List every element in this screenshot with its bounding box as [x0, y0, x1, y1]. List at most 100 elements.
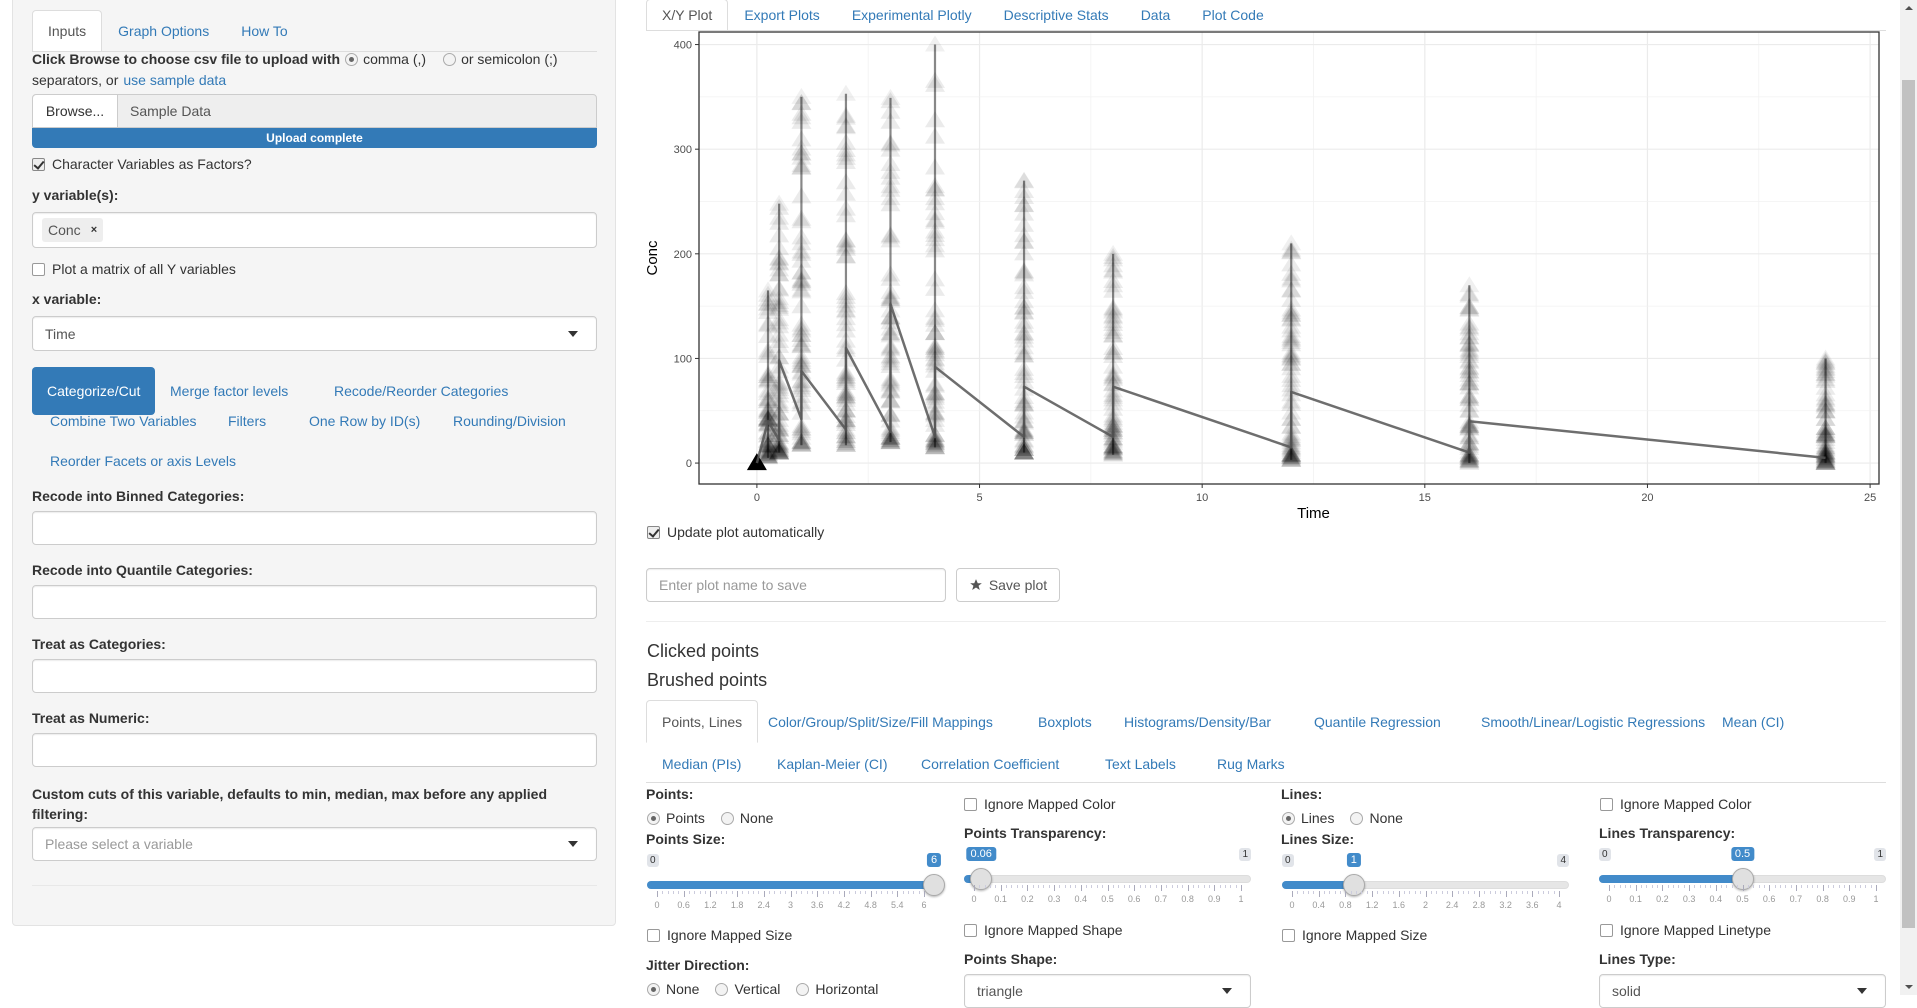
points-ignore-size-row[interactable]: Ignore Mapped Size — [647, 927, 792, 943]
tab-quantile-regression[interactable]: Quantile Regression — [1298, 700, 1457, 743]
separator-comma-radio[interactable] — [345, 52, 359, 66]
tab-smooth-regressions[interactable]: Smooth/Linear/Logistic Regressions — [1465, 700, 1721, 743]
slider-minor-tick — [1537, 891, 1539, 894]
update-auto-row[interactable]: Update plot automatically — [647, 524, 824, 540]
tab-median-pis[interactable]: Median (PIs) — [646, 743, 757, 783]
slider-tick — [1609, 885, 1610, 891]
lines-radio-none[interactable] — [1350, 811, 1364, 825]
slider-minor-tick — [801, 891, 803, 894]
page-scrollbar[interactable] — [1900, 0, 1917, 995]
binned-categories-input[interactable] — [32, 511, 597, 545]
factors-checkbox[interactable] — [32, 157, 45, 171]
slider-track[interactable] — [964, 875, 1251, 883]
points-ignore-size-checkbox[interactable] — [647, 928, 660, 942]
tab-rug-marks[interactable]: Rug Marks — [1201, 743, 1301, 783]
points-radio-points[interactable] — [647, 811, 660, 825]
points-size-slider[interactable]: 06600.61.21.82.433.64.24.85.46 — [647, 853, 945, 914]
separator-semicolon-radio[interactable] — [443, 52, 457, 66]
slider-tick — [1160, 885, 1162, 891]
tab-color-group-mappings[interactable]: Color/Group/Split/Size/Fill Mappings — [752, 700, 1009, 743]
factors-checkbox-row[interactable]: Character Variables as Factors? — [32, 156, 252, 172]
lines-ignore-linetype-checkbox[interactable] — [1600, 923, 1613, 937]
tab-histograms-density-bar[interactable]: Histograms/Density/Bar — [1108, 700, 1287, 743]
slider-minor-tick — [1737, 885, 1739, 888]
lines-size-slider[interactable]: 0 4 1 0 0.4 0.8 1.2 1.6 2 2.4 2.8 3.2 3.6 4 — [1282, 853, 1569, 914]
custom-cuts-select[interactable]: Please select a variable — [32, 827, 597, 861]
slider-tick-label: 0.1 — [994, 894, 1007, 904]
slider-tick — [897, 891, 899, 897]
points-transparency-slider[interactable]: 0 1 0.06 0 0.1 0.2 0.3 0.4 0.5 0.6 0.7 0.8 0.9 1 — [964, 847, 1251, 908]
lines-transparency-slider[interactable]: 0 1 0.5 0 0.1 0.2 0.3 0.4 0.5 0.6 0.7 0.8 0.9 1 — [1599, 847, 1886, 908]
slider-minor-tick — [1302, 891, 1304, 894]
use-sample-data-link[interactable]: use sample data — [123, 72, 226, 88]
slider-tick — [1187, 885, 1189, 891]
slider-tick — [1027, 885, 1029, 891]
pill-one-row-by-id[interactable]: One Row by ID(s) — [294, 397, 435, 445]
lines-ignore-size-checkbox[interactable] — [1282, 928, 1295, 942]
slider-tick — [1689, 885, 1691, 891]
update-auto-checkbox[interactable] — [647, 525, 660, 539]
slider-tick — [1214, 885, 1216, 891]
pill-rounding-division[interactable]: Rounding/Division — [438, 397, 581, 445]
slider-tick — [1318, 891, 1320, 897]
tab-graph-options[interactable]: Graph Options — [102, 10, 225, 51]
xy-plot[interactable]: 0 5 10 15 20 25 0 100 200 300 400 Time Conc — [640, 28, 1890, 518]
tab-inputs[interactable]: Inputs — [32, 10, 103, 51]
tab-kaplan-meier[interactable]: Kaplan-Meier (CI) — [761, 743, 903, 783]
slider-minor-tick — [1230, 885, 1232, 888]
remove-tag-icon[interactable]: × — [91, 224, 97, 236]
save-plot-button[interactable]: Save plot — [956, 568, 1060, 602]
matrix-checkbox[interactable] — [32, 262, 45, 276]
scroll-up-arrow-icon[interactable] — [1905, 6, 1913, 10]
lines-ignore-linetype-row[interactable]: Ignore Mapped Linetype — [1600, 922, 1771, 938]
slider-tick-label: 1.8 — [730, 900, 744, 910]
lines-radio-lines[interactable] — [1282, 811, 1295, 825]
tab-points-lines[interactable]: Points, Lines — [646, 700, 759, 743]
y-tick-label: 0 — [686, 458, 692, 470]
tab-text-labels[interactable]: Text Labels — [1089, 743, 1192, 783]
tab-experimental-plotly[interactable]: Experimental Plotly — [836, 0, 988, 30]
tab-correlation-coefficient[interactable]: Correlation Coefficient — [905, 743, 1075, 783]
quantile-categories-input[interactable] — [32, 585, 597, 619]
slider-minor-tick — [1678, 885, 1680, 888]
tab-export-plots[interactable]: Export Plots — [728, 0, 835, 30]
points-radio-none[interactable] — [720, 811, 734, 825]
y-variable-select[interactable]: Conc × — [32, 212, 597, 248]
browse-button[interactable]: Browse... — [33, 95, 118, 127]
slider-tick — [1134, 885, 1136, 891]
treat-as-numeric-input[interactable] — [32, 733, 597, 767]
lines-ignore-size-row[interactable]: Ignore Mapped Size — [1282, 927, 1427, 943]
tab-data[interactable]: Data — [1125, 0, 1187, 30]
pill-reorder-facets[interactable]: Reorder Facets or axis Levels — [35, 437, 251, 485]
tab-plot-code[interactable]: Plot Code — [1186, 0, 1279, 30]
matrix-checkbox-row[interactable]: Plot a matrix of all Y variables — [32, 261, 236, 277]
slider-minor-tick — [715, 891, 717, 894]
lines-ignore-color-checkbox[interactable] — [1600, 797, 1613, 811]
lines-ignore-color-row[interactable]: Ignore Mapped Color — [1600, 796, 1752, 812]
tab-mean-ci[interactable]: Mean (CI) — [1706, 700, 1800, 743]
points-shape-select[interactable]: triangle — [964, 974, 1251, 1008]
points-ignore-shape-checkbox[interactable] — [964, 923, 977, 937]
x-variable-select[interactable]: Time — [32, 316, 597, 351]
slider-tick-label: 0.3 — [1682, 894, 1696, 904]
jitter-radio-vertical[interactable] — [715, 982, 729, 996]
treat-as-categories-input[interactable] — [32, 659, 597, 693]
graph-option-tabs: Points, Lines Color/Group/Split/Size/Fil… — [646, 700, 1886, 783]
slider-minor-tick — [907, 891, 909, 894]
points-ignore-color-checkbox[interactable] — [964, 797, 977, 811]
lines-type-select[interactable]: solid — [1599, 974, 1886, 1008]
tab-boxplots[interactable]: Boxplots — [1022, 700, 1108, 743]
file-name-field: Sample Data — [130, 103, 211, 119]
slider-minor-tick — [1192, 885, 1194, 888]
jitter-radio-none[interactable] — [647, 982, 660, 996]
points-ignore-shape-row[interactable]: Ignore Mapped Shape — [964, 922, 1123, 938]
tab-how-to[interactable]: How To — [225, 10, 303, 51]
plot-name-input[interactable]: Enter plot name to save — [646, 568, 946, 602]
scroll-down-arrow-icon[interactable] — [1905, 985, 1913, 989]
tab-xy-plot[interactable]: X/Y Plot — [646, 0, 729, 30]
points-ignore-color-row[interactable]: Ignore Mapped Color — [964, 796, 1116, 812]
scrollbar-thumb[interactable] — [1902, 80, 1915, 928]
tab-descriptive-stats[interactable]: Descriptive Stats — [988, 0, 1125, 30]
slider-tick-label: 0.9 — [1843, 894, 1856, 904]
jitter-radio-horizontal[interactable] — [796, 982, 810, 996]
